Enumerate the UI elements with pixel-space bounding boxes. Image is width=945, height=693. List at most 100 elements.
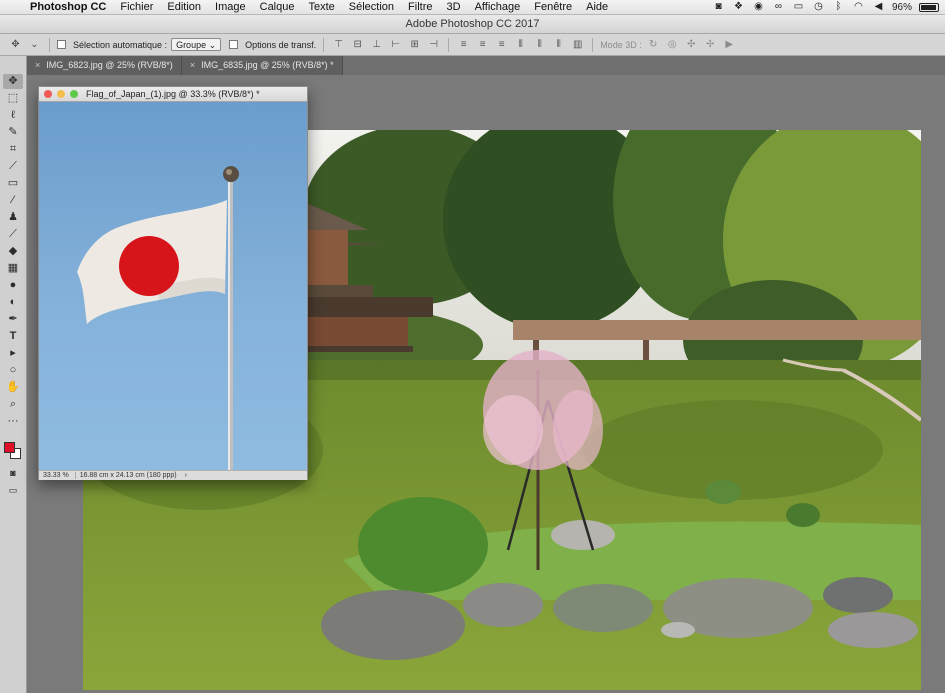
marquee-tool-icon[interactable]: ⬚ [3,91,23,106]
document-info-arrow[interactable]: › [181,472,191,479]
distribute-left-icon[interactable]: ⦀ [513,38,528,51]
auto-select-label: Sélection automatique : [73,39,168,50]
document-window-title: Flag_of_Japan_(1).jpg @ 33.3% (RVB/8*) * [86,89,260,99]
align-vcenter-icon[interactable]: ⊟ [350,38,365,51]
blur-tool-icon[interactable]: ● [3,278,23,293]
tab-label: IMG_6823.jpg @ 25% (RVB/8*) [46,60,173,70]
drag-3d-icon[interactable]: ✣ [684,38,699,51]
clock-icon[interactable]: ◷ [812,2,825,12]
minimize-window-icon[interactable] [57,90,65,98]
menu-calque[interactable]: Calque [253,1,302,13]
foreground-color-swatch[interactable] [4,442,15,453]
pen-tool-icon[interactable]: ✒ [3,312,23,327]
align-bottom-icon[interactable]: ⊥ [369,38,384,51]
screen-mode-icon[interactable]: ▭ [3,483,23,498]
menu-app-name[interactable]: Photoshop CC [26,1,113,13]
tools-panel: ✥ ⬚ ℓ ✎ ⌗ ⟋ ▭ ⁄ ♟ ⟋ ◆ ▦ ● ◐ ✒ T ▸ ○ ✋ ⌕ … [0,56,27,693]
auto-select-checkbox[interactable] [57,40,66,49]
flag-photo[interactable] [39,102,307,470]
history-brush-tool-icon[interactable]: ⟋ [3,227,23,242]
menu-edition[interactable]: Edition [160,1,208,13]
menu-fenetre[interactable]: Fenêtre [527,1,579,13]
chevron-down-icon[interactable]: ⌄ [27,38,42,51]
dropbox-icon[interactable]: ❖ [732,2,745,12]
eraser-tool-icon[interactable]: ◆ [3,244,23,259]
menu-fichier[interactable]: Fichier [113,1,160,13]
rotate-3d-icon[interactable]: ↻ [646,38,661,51]
mac-menu-bar: Photoshop CC Fichier Edition Image Calqu… [0,0,945,15]
healing-brush-tool-icon[interactable]: ▭ [3,176,23,191]
flag-document-window[interactable]: Flag_of_Japan_(1).jpg @ 33.3% (RVB/8*) *… [38,86,308,480]
zoom-level-field[interactable]: 33.33 % [39,472,76,479]
menu-selection[interactable]: Sélection [342,1,401,13]
tab-img-6835[interactable]: × IMG_6835.jpg @ 25% (RVB/8*) * [181,56,343,75]
close-window-icon[interactable] [44,90,52,98]
zoom-window-icon[interactable] [70,90,78,98]
transform-controls-checkbox[interactable] [229,40,239,49]
divider [323,37,325,52]
crop-tool-icon[interactable]: ⌗ [3,142,23,157]
type-tool-icon[interactable]: T [3,329,23,344]
hand-tool-icon[interactable]: ✋ [3,380,23,395]
distribute-bottom-icon[interactable]: ≡ [494,38,509,51]
distribute-right-icon[interactable]: ⦀ [551,38,566,51]
align-right-icon[interactable]: ⊣ [426,38,441,51]
align-top-icon[interactable]: ⊤ [331,38,346,51]
roll-3d-icon[interactable]: ◎ [665,38,680,51]
menu-aide[interactable]: Aide [579,1,615,13]
mode-3d-label: Mode 3D : [600,39,642,50]
dodge-tool-icon[interactable]: ◐ [3,295,23,310]
app-title-bar: Adobe Photoshop CC 2017 [0,15,945,34]
close-tab-icon[interactable]: × [190,60,195,70]
align-left-icon[interactable]: ⊢ [388,38,403,51]
divider [49,37,50,52]
divider [592,37,594,52]
battery-icon[interactable] [919,2,939,12]
align-hcenter-icon[interactable]: ⊞ [407,38,422,51]
document-info: 16.88 cm x 24.13 cm (180 ppp) [79,472,177,479]
battery-percent: 96% [891,1,912,13]
quick-select-tool-icon[interactable]: ✎ [3,125,23,140]
transform-controls-label: Options de transf. [245,39,317,50]
zoom-tool-icon[interactable]: ⌕ [3,397,23,412]
flag-of-japan-photo [77,166,239,470]
clone-stamp-tool-icon[interactable]: ♟ [3,210,23,225]
auto-align-icon[interactable]: ▥ [570,38,585,51]
eye-icon[interactable]: ◉ [752,2,765,12]
tab-label: IMG_6835.jpg @ 25% (RVB/8*) * [201,60,334,70]
document-tabs: × IMG_6823.jpg @ 25% (RVB/8*) × IMG_6835.j… [27,56,945,75]
volume-icon[interactable]: ◀ [872,2,885,12]
quick-mask-icon[interactable]: ◙ [3,466,23,481]
brush-tool-icon[interactable]: ⁄ [3,193,23,208]
screenshot-icon[interactable]: ◙ [712,2,725,12]
more-tools-icon[interactable]: ··· [3,414,23,429]
menu-filtre[interactable]: Filtre [401,1,439,13]
display-icon[interactable]: ▭ [792,2,805,12]
tab-img-6823[interactable]: × IMG_6823.jpg @ 25% (RVB/8*) [27,56,182,75]
wifi-icon[interactable]: ◠ [852,2,865,12]
move-tool-icon[interactable]: ✥ [3,74,23,89]
auto-select-dropdown[interactable]: Groupe ⌄ [171,38,222,51]
divider [448,37,450,52]
path-select-tool-icon[interactable]: ▸ [3,346,23,361]
distribute-vcenter-icon[interactable]: ≡ [475,38,490,51]
slide-3d-icon[interactable]: ✢ [703,38,718,51]
menu-texte[interactable]: Texte [301,1,341,13]
creative-cloud-icon[interactable]: ∞ [772,2,785,12]
document-status-bar: 33.33 % 16.88 cm x 24.13 cm (180 ppp) › [39,470,307,480]
shape-tool-icon[interactable]: ○ [3,363,23,378]
scale-3d-icon[interactable]: ▶ [722,38,737,51]
bluetooth-icon[interactable]: ᛒ [832,2,845,12]
close-tab-icon[interactable]: × [35,60,40,70]
gradient-tool-icon[interactable]: ▦ [3,261,23,276]
document-window-titlebar[interactable]: Flag_of_Japan_(1).jpg @ 33.3% (RVB/8*) * [39,87,307,102]
distribute-hcenter-icon[interactable]: ⦀ [532,38,547,51]
distribute-top-icon[interactable]: ≡ [456,38,471,51]
menu-image[interactable]: Image [208,1,253,13]
move-tool-preset-icon[interactable]: ✥ [8,38,23,51]
eyedropper-tool-icon[interactable]: ⟋ [3,159,23,174]
menu-affichage[interactable]: Affichage [468,1,528,13]
menu-3d[interactable]: 3D [440,1,468,13]
options-bar: ✥ ⌄ Sélection automatique : Groupe ⌄ Opt… [0,34,945,56]
lasso-tool-icon[interactable]: ℓ [3,108,23,123]
